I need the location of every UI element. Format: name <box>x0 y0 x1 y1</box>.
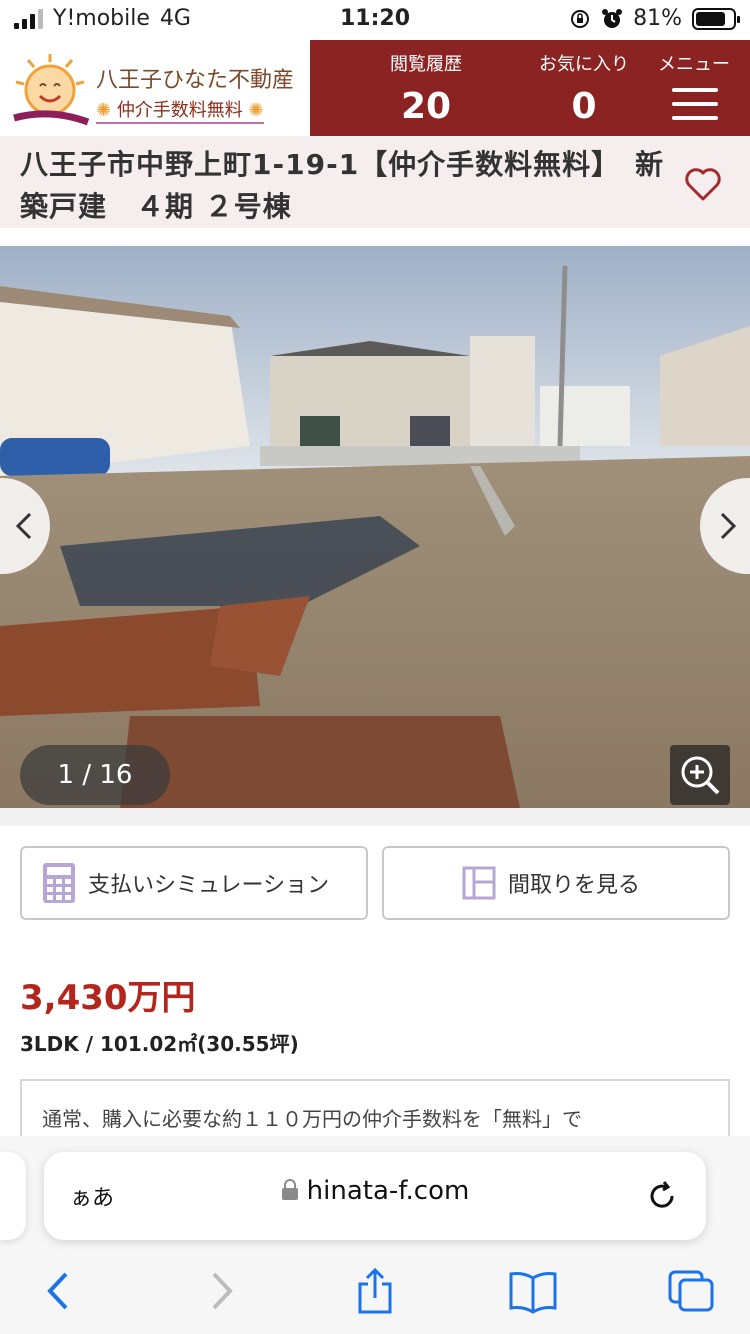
reload-icon[interactable] <box>644 1178 680 1214</box>
property-photo[interactable] <box>0 246 750 808</box>
share-icon[interactable] <box>350 1268 400 1314</box>
browser-chrome: ぁあ hinata-f.com <box>0 1136 750 1334</box>
section-divider <box>0 808 750 826</box>
listing-title-bar: 八王子市中野上町1-19-1【仲介手数料無料】 新築戸建 ４期 ２号棟 <box>0 136 750 228</box>
favorites-label: お気に入り <box>539 54 629 75</box>
payment-simulation-label: 支払いシミュレーション <box>88 873 330 898</box>
tabs-icon[interactable] <box>666 1268 716 1314</box>
battery-level <box>696 11 726 26</box>
status-bar: Y!mobile 4G 11:20 81% <box>0 0 750 40</box>
alarm-icon <box>602 8 623 28</box>
lock-icon <box>281 1179 298 1200</box>
chevron-right-icon <box>720 512 737 540</box>
photo-prev-button[interactable] <box>0 478 50 574</box>
bookmarks-icon[interactable] <box>508 1268 558 1314</box>
price: 3,430万円 <box>20 978 196 1018</box>
url-display: hinata-f.com <box>44 1176 706 1206</box>
property-spec: 3LDK / 101.02㎡(30.55坪) <box>20 1032 299 1056</box>
floorplan-label: 間取りを見る <box>508 873 641 898</box>
logo-name: 八王子ひなた不動産 <box>96 68 295 93</box>
sparkle-icon: ✺ <box>96 100 117 121</box>
address-bar[interactable]: ぁあ hinata-f.com <box>44 1152 706 1240</box>
url-text: hinata-f.com <box>306 1176 470 1206</box>
battery-percent: 81% <box>633 6 682 31</box>
history-label: 閲覧履歴 <box>390 54 462 75</box>
description-text: 通常、購入に必要な約１１０万円の仲介手数料を「無料」で <box>42 1107 582 1131</box>
favorites-count: 0 <box>571 86 597 127</box>
status-right: 81% <box>569 6 740 31</box>
previous-tab-peek[interactable] <box>0 1152 26 1240</box>
logo-tagline-text: 仲介手数料無料 <box>116 100 243 121</box>
calculator-icon <box>43 863 75 903</box>
sparkle-icon: ✺ <box>242 100 264 121</box>
floorplan-button[interactable]: 間取りを見る <box>382 846 730 920</box>
logo-tagline: ✺ 仲介手数料無料 ✺ <box>96 96 264 124</box>
browser-toolbar <box>0 1256 750 1326</box>
photo-counter: 1 / 16 <box>20 745 170 805</box>
payment-simulation-button[interactable]: 支払いシミュレーション <box>20 846 368 920</box>
zoom-in-icon <box>681 756 720 795</box>
floorplan-icon <box>462 866 496 900</box>
rotation-lock-icon <box>571 9 590 28</box>
site-header: 八王子ひなた不動産 ✺ 仲介手数料無料 ✺ 閲覧履歴 20 お気に入り 0 メニ… <box>0 40 750 136</box>
listing-title: 八王子市中野上町1-19-1【仲介手数料無料】 新築戸建 ４期 ２号棟 <box>20 148 665 223</box>
battery-icon <box>692 7 740 30</box>
header-nav: 閲覧履歴 20 お気に入り 0 メニュー <box>310 40 750 136</box>
history-count: 20 <box>400 86 452 127</box>
forward-icon[interactable] <box>196 1268 246 1314</box>
history-link[interactable]: 閲覧履歴 20 <box>381 50 471 127</box>
sun-mascot-logo <box>13 54 90 126</box>
property-photo-illustration <box>0 246 750 808</box>
site-logo[interactable]: 八王子ひなた不動産 ✺ 仲介手数料無料 ✺ <box>0 40 310 136</box>
heart-icon[interactable] <box>684 166 722 202</box>
chevron-left-icon <box>15 512 32 540</box>
hamburger-menu-icon[interactable] <box>672 88 718 130</box>
favorites-link[interactable]: お気に入り 0 <box>529 50 639 127</box>
menu-label: メニュー <box>658 54 730 75</box>
menu-link[interactable]: メニュー <box>649 50 739 76</box>
back-icon[interactable] <box>34 1268 84 1314</box>
photo-next-button[interactable] <box>700 478 750 574</box>
zoom-button[interactable] <box>670 745 730 805</box>
